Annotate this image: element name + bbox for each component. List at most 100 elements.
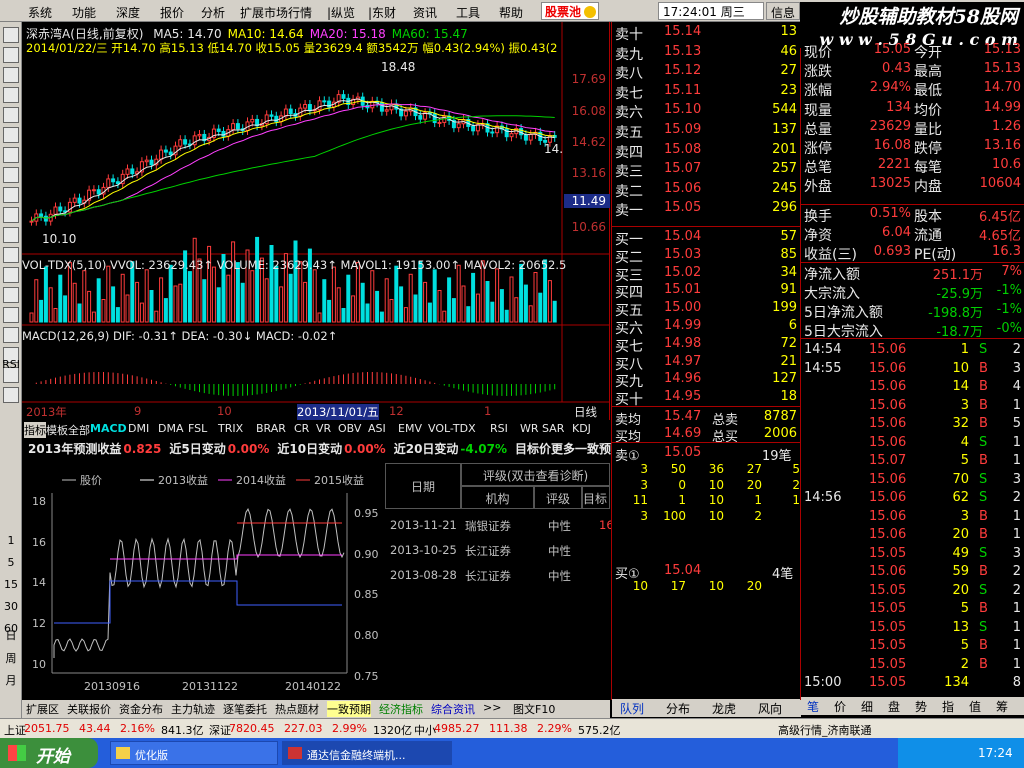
sell-price-2[interactable]: 15.12 xyxy=(664,63,701,78)
buy-price-0[interactable]: 15.04 xyxy=(664,229,701,244)
toolbar-label-4[interactable]: 1 xyxy=(0,534,22,547)
toolbar-icon-6[interactable] xyxy=(3,147,19,163)
toolbar-icon-13[interactable] xyxy=(3,287,19,303)
toolbar-icon-5[interactable] xyxy=(3,127,19,143)
toolbar-icon-15[interactable] xyxy=(3,327,19,343)
kline-chart-panel[interactable]: 深赤湾A(日线,前复权) MA5: 14.70 MA10: 14.64 MA20: … xyxy=(22,22,610,420)
indicator-tab-15[interactable]: RSI xyxy=(490,422,508,435)
indicator-tab-9[interactable]: CR xyxy=(294,422,309,435)
toolbar-icon-12[interactable] xyxy=(3,267,19,283)
indicator-tab-0[interactable]: 指标 xyxy=(24,422,46,438)
task-optimized[interactable]: 优化版 xyxy=(110,741,278,765)
toolbar-icon-18[interactable] xyxy=(3,387,19,403)
indicator-tab-17[interactable]: SAR xyxy=(542,422,564,435)
indicator-tab-11[interactable]: OBV xyxy=(338,422,361,435)
toolbar-icon-1[interactable] xyxy=(3,47,19,63)
toolbar-label-8[interactable]: 60 xyxy=(0,622,22,635)
indicator-tab-18[interactable]: KDJ xyxy=(572,422,591,435)
toolbar-icon-3[interactable] xyxy=(3,87,19,103)
indicator-tab-7[interactable]: TRIX xyxy=(218,422,243,435)
indicator-tab-8[interactable]: BRAR xyxy=(256,422,286,435)
sell-price-0[interactable]: 15.14 xyxy=(664,24,701,39)
toolbar-label-0[interactable]: RSI xyxy=(0,358,22,371)
toolbar-icon-14[interactable] xyxy=(3,307,19,323)
toolbar-icon-10[interactable] xyxy=(3,227,19,243)
buy-price-6[interactable]: 14.98 xyxy=(664,336,701,351)
bottom-tab-3[interactable]: 主力轨迹 xyxy=(171,701,215,717)
indicator-tab-14[interactable]: VOL-TDX xyxy=(428,422,476,435)
info-button[interactable]: 信息 xyxy=(766,2,800,20)
toolbar-icon-2[interactable] xyxy=(3,67,19,83)
toolbar-icon-4[interactable] xyxy=(3,107,19,123)
right-tab-4[interactable]: 势 xyxy=(915,698,927,715)
indicator-tab-2[interactable]: 全部 xyxy=(68,422,90,438)
toolbar-icon-0[interactable] xyxy=(3,27,19,43)
bottom-tab-7[interactable]: 经济指标 xyxy=(379,701,423,717)
sell-price-7[interactable]: 15.07 xyxy=(664,161,701,176)
toolbar-label-7[interactable]: 30 xyxy=(0,600,22,613)
buy-price-8[interactable]: 14.96 xyxy=(664,371,701,386)
menu-item-8[interactable]: 资讯 xyxy=(413,4,437,21)
menu-item-5[interactable]: 扩展市场行情 xyxy=(240,4,312,21)
toolbar-icon-11[interactable] xyxy=(3,247,19,263)
buy-price-3[interactable]: 15.01 xyxy=(664,282,701,297)
sell-price-5[interactable]: 15.09 xyxy=(664,122,701,137)
sell-price-4[interactable]: 15.10 xyxy=(664,102,701,117)
period-label[interactable]: 日线 xyxy=(574,404,597,420)
menu-item-4[interactable]: 分析 xyxy=(201,4,225,21)
indicator-tab-5[interactable]: DMA xyxy=(158,422,184,435)
kline-chart[interactable] xyxy=(22,22,610,420)
menu-item-1[interactable]: 功能 xyxy=(72,4,96,21)
sell-price-3[interactable]: 15.11 xyxy=(664,83,701,98)
indicator-tab-10[interactable]: VR xyxy=(316,422,331,435)
bottom-tab-10[interactable]: 图文F10 xyxy=(513,701,555,717)
sell-price-1[interactable]: 15.13 xyxy=(664,44,701,59)
bottom-tab-9[interactable]: >> xyxy=(483,701,501,714)
sell-price-9[interactable]: 15.05 xyxy=(664,200,701,215)
indicator-tab-1[interactable]: 模板 xyxy=(46,422,68,438)
buy-price-5[interactable]: 14.99 xyxy=(664,318,701,333)
right-tab-5[interactable]: 指 xyxy=(942,698,954,715)
toolbar-icon-7[interactable] xyxy=(3,167,19,183)
bottom-tab-6[interactable]: 一致预期 xyxy=(327,701,371,717)
toolbar-label-2[interactable]: 周 xyxy=(0,650,22,666)
bottom-tab-8[interactable]: 综合资讯 xyxy=(431,701,475,717)
toolbar-label-5[interactable]: 5 xyxy=(0,556,22,569)
buy-price-1[interactable]: 15.03 xyxy=(664,247,701,262)
toolbar-icon-9[interactable] xyxy=(3,207,19,223)
buy-price-9[interactable]: 14.95 xyxy=(664,389,701,404)
menu-item-9[interactable]: 工具 xyxy=(456,4,480,21)
toolbar-label-3[interactable]: 月 xyxy=(0,672,22,688)
order-book-tab-3[interactable]: 风向 xyxy=(758,700,782,717)
right-tab-7[interactable]: 筹 xyxy=(996,698,1008,715)
menu-item-2[interactable]: 深度 xyxy=(116,4,140,21)
indicator-tab-6[interactable]: FSL xyxy=(188,422,207,435)
bottom-tab-0[interactable]: 扩展区 xyxy=(26,701,59,717)
indicator-tab-4[interactable]: DMI xyxy=(128,422,149,435)
menu-item-6[interactable]: |纵览 xyxy=(327,4,355,21)
order-book-tab-0[interactable]: 队列 xyxy=(620,700,644,717)
right-tab-0[interactable]: 笔 xyxy=(807,698,819,715)
buy-price-2[interactable]: 15.02 xyxy=(664,265,701,280)
buy-price-7[interactable]: 14.97 xyxy=(664,354,701,369)
stock-pool-button[interactable]: 股票池 xyxy=(541,2,599,20)
bottom-tab-1[interactable]: 关联报价 xyxy=(67,701,111,717)
sell-price-8[interactable]: 15.06 xyxy=(664,181,701,196)
indicator-tab-13[interactable]: EMV xyxy=(398,422,422,435)
menu-item-3[interactable]: 报价 xyxy=(160,4,184,21)
rating-table[interactable]: 日期 评级(双击查看诊断) 机构 评级 目标 2013-11-21 瑞银证券 中性 1… xyxy=(385,463,614,700)
toolbar-label-6[interactable]: 15 xyxy=(0,578,22,591)
bottom-tab-2[interactable]: 资金分布 xyxy=(119,701,163,717)
right-tab-3[interactable]: 盘 xyxy=(888,698,900,715)
right-tab-6[interactable]: 值 xyxy=(969,698,981,715)
indicator-tab-16[interactable]: WR xyxy=(520,422,539,435)
order-book-tab-2[interactable]: 龙虎 xyxy=(712,700,736,717)
indicator-tab-12[interactable]: ASI xyxy=(368,422,386,435)
task-tdx[interactable]: 通达信金融终端机... xyxy=(282,741,452,765)
menu-item-10[interactable]: 帮助 xyxy=(499,4,523,21)
indicator-tab-3[interactable]: MACD xyxy=(90,422,127,435)
right-tab-2[interactable]: 细 xyxy=(861,698,873,715)
menu-item-7[interactable]: |东财 xyxy=(368,4,396,21)
start-button[interactable]: 开始 xyxy=(0,738,98,768)
order-book-tab-1[interactable]: 分布 xyxy=(666,700,690,717)
